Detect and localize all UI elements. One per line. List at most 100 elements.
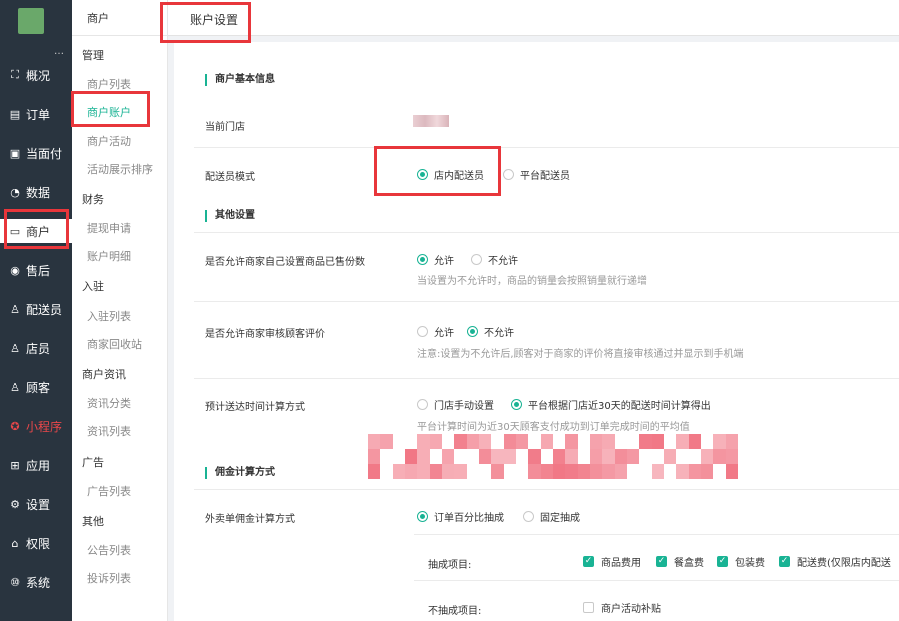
clerk-icon: ♙ (10, 341, 20, 355)
submenu-item-ad-list[interactable]: 广告列表 (87, 483, 131, 499)
check-icon: ✓ (583, 556, 594, 567)
submenu-item-withdraw-apply[interactable]: 提现申请 (87, 220, 131, 236)
redaction-block (429, 434, 442, 449)
radio-label: 不允许 (488, 256, 518, 267)
redaction-block (540, 434, 553, 449)
submenu-item-merchant-recycle[interactable]: 商家回收站 (87, 336, 142, 352)
radio-eta-platform[interactable]: 平台根据门店近30天的配送时间计算得出 (511, 397, 711, 412)
radio-dot (511, 399, 522, 410)
checkbox-goods-fee[interactable]: ✓ 商品费用 (583, 554, 641, 569)
checkbox-label: 商品费用 (601, 558, 641, 569)
redaction-block (701, 464, 714, 479)
submenu-item-merchant-list[interactable]: 商户列表 (87, 76, 131, 92)
radio-review-allow[interactable]: 允许 (417, 324, 454, 339)
radio-dot (417, 169, 428, 180)
nav-item-courier[interactable]: ♙ 配送员 (0, 297, 72, 321)
review-hint: 注意:设置为不允许后,顾客对于商家的评价将直接审核通过并显示到手机端 (417, 349, 744, 360)
nav-item-customer[interactable]: ♙ 顾客 (0, 375, 72, 399)
tab-account-settings[interactable]: 账户设置 (176, 4, 252, 34)
nav-item-face-pay[interactable]: ▣ 当面付 (0, 141, 72, 165)
mini-program-icon: ✪ (10, 419, 20, 433)
current-store-value-redacted (413, 115, 449, 127)
redaction-block (442, 449, 455, 464)
nav-item-apps[interactable]: ⊞ 应用 (0, 453, 72, 477)
redaction-block (565, 434, 578, 449)
nav-label: 当面付 (26, 146, 63, 161)
nav-item-mini-program[interactable]: ✪ 小程序 (0, 414, 72, 438)
redaction-block (725, 449, 738, 464)
check-icon: ✓ (717, 556, 728, 567)
submenu-item-account-detail[interactable]: 账户明细 (87, 248, 131, 264)
radio-sold-count-disallow[interactable]: 不允许 (471, 252, 518, 267)
checkbox-box-fee[interactable]: ✓ 餐盒费 (656, 554, 704, 569)
nav-item-after-sale[interactable]: ◉ 售后 (0, 258, 72, 282)
submenu-item-merchant-activity[interactable]: 商户活动 (87, 133, 131, 149)
redaction-block (614, 464, 627, 479)
nav-item-permission[interactable]: ⌂ 权限 (0, 531, 72, 555)
checkbox-box (583, 602, 594, 613)
gear-icon: ⚙ (10, 497, 20, 511)
radio-platform-courier[interactable]: 平台配送员 (503, 167, 570, 182)
redaction-block (405, 464, 418, 479)
settings-panel: 商户基本信息 当前门店 配送员模式 店内配送员 平台配送员 其他设置 是否允许商… (174, 42, 899, 621)
nav-item-order[interactable]: ▤ 订单 (0, 102, 72, 126)
redaction-block (540, 464, 553, 479)
divider (194, 147, 899, 148)
redaction-block (528, 449, 541, 464)
nav-item-settings[interactable]: ⚙ 设置 (0, 492, 72, 516)
radio-commission-percent[interactable]: 订单百分比抽成 (417, 509, 504, 524)
redaction-block (491, 464, 504, 479)
nav-item-data[interactable]: ◔ 数据 (0, 180, 72, 204)
radio-sold-count-allow[interactable]: 允许 (417, 252, 454, 267)
radio-label: 订单百分比抽成 (434, 513, 504, 524)
radio-review-disallow[interactable]: 不允许 (467, 324, 514, 339)
redaction-block (553, 464, 566, 479)
nav-label: 小程序 (26, 419, 63, 434)
nav-item-merchant[interactable]: ▭ 商户 (0, 219, 72, 243)
submenu-item-notice-list[interactable]: 公告列表 (87, 542, 131, 558)
redaction-block (676, 464, 689, 479)
redaction-block (503, 434, 516, 449)
redaction-block (701, 449, 714, 464)
radio-dot (471, 254, 482, 265)
checkbox-label: 配送费(仅限店内配送 (797, 558, 891, 569)
nav-item-overview[interactable]: ⛶ 概况 (0, 63, 72, 87)
nav-item-system[interactable]: ⑩ 系统 (0, 570, 72, 594)
nav-label: 应用 (26, 458, 51, 473)
redaction-block (602, 464, 615, 479)
submenu-item-news-category[interactable]: 资讯分类 (87, 395, 131, 411)
checkbox-merchant-subsidy[interactable]: 商户活动补贴 (583, 600, 661, 615)
radio-dot (417, 399, 428, 410)
avatar-more-icon: … (54, 46, 64, 57)
checkbox-package-fee[interactable]: ✓ 包装费 (717, 554, 765, 569)
submenu-item-merchant-account[interactable]: 商户账户 (87, 104, 131, 120)
submenu-item-news-list[interactable]: 资讯列表 (87, 423, 131, 439)
submenu-item-complaint-list[interactable]: 投诉列表 (87, 570, 131, 586)
system-icon: ⑩ (10, 575, 20, 589)
check-icon: ✓ (656, 556, 667, 567)
radio-label: 平台根据门店近30天的配送时间计算得出 (528, 401, 711, 412)
submenu-item-activity-sort[interactable]: 活动展示排序 (87, 161, 153, 177)
eta-label: 预计送达时间计算方式 (205, 402, 305, 413)
redaction-block (602, 449, 615, 464)
checkbox-delivery-fee[interactable]: ✓ 配送费(仅限店内配送 (779, 554, 891, 569)
nav-label: 权限 (26, 536, 51, 551)
redaction-block (380, 434, 393, 449)
divider (194, 232, 899, 233)
nav-item-clerk[interactable]: ♙ 店员 (0, 336, 72, 360)
radio-label: 固定抽成 (540, 513, 580, 524)
submenu-item-join-list[interactable]: 入驻列表 (87, 308, 131, 324)
radio-commission-fixed[interactable]: 固定抽成 (523, 509, 580, 524)
commission-include-label: 抽成项目: (428, 560, 472, 571)
submenu-group-other: 其他 (82, 515, 104, 528)
redaction-block (553, 449, 566, 464)
redaction-block (368, 464, 381, 479)
avatar[interactable]: … (18, 6, 64, 57)
current-store-label: 当前门店 (205, 122, 245, 133)
radio-in-store-courier[interactable]: 店内配送员 (417, 167, 484, 182)
radio-label: 不允许 (484, 328, 514, 339)
radio-eta-manual[interactable]: 门店手动设置 (417, 397, 494, 412)
section-title-other: 其他设置 (205, 210, 255, 222)
nav-label: 数据 (26, 185, 51, 200)
redaction-block (454, 434, 467, 449)
